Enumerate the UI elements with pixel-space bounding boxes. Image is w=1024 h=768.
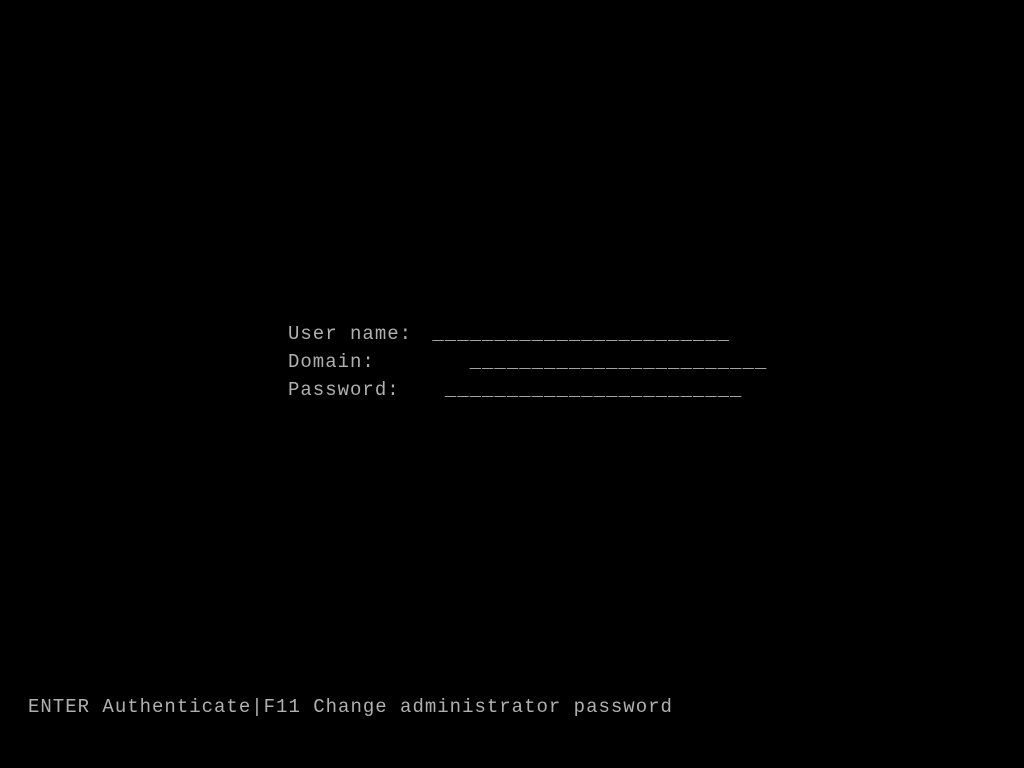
spacer [420,376,445,404]
spacer [420,348,470,376]
username-row: User name: ________________________ [288,320,767,348]
footer-hints: ENTER Authenticate|F11 Change administra… [28,696,673,718]
domain-label: Domain: [288,348,420,376]
spacer [420,320,432,348]
password-label: Password: [288,376,420,404]
username-label: User name: [288,320,420,348]
domain-row: Domain: ________________________ [288,348,767,376]
username-field[interactable]: ________________________ [432,320,730,348]
login-form: User name: ________________________ Doma… [288,320,767,404]
password-row: Password: ________________________ [288,376,767,404]
domain-field[interactable]: ________________________ [470,348,768,376]
password-field[interactable]: ________________________ [445,376,743,404]
